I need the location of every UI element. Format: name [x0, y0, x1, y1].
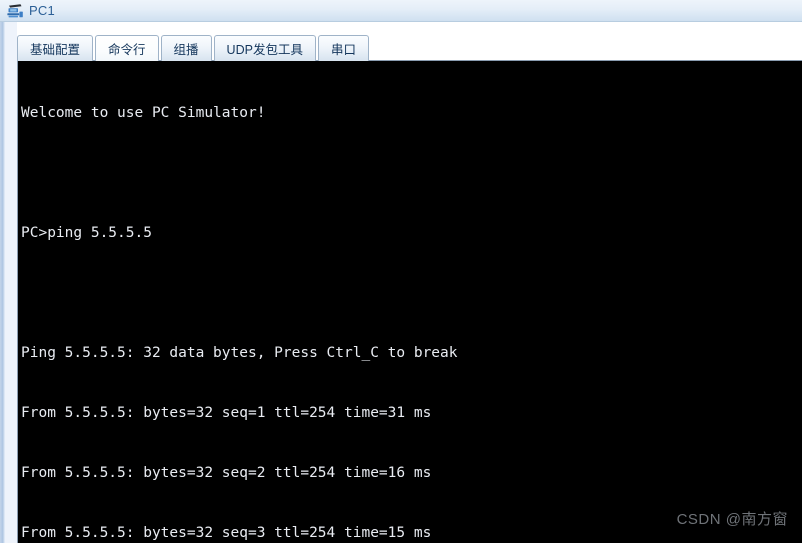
tab-label: UDP发包工具 — [226, 43, 303, 57]
tab-label: 命令行 — [108, 43, 146, 57]
tab-label: 串口 — [330, 43, 356, 57]
console-output: Welcome to use PC Simulator! PC>ping 5.5… — [21, 63, 802, 543]
tab-label: 组播 — [173, 43, 199, 57]
window-titlebar: PC1 — [0, 0, 802, 22]
tab-multicast[interactable]: 组播 — [160, 35, 212, 61]
tab-command-line[interactable]: 命令行 — [95, 35, 159, 61]
pc-simulator-icon — [6, 3, 24, 19]
tab-udp-packet-tool[interactable]: UDP发包工具 — [213, 35, 316, 61]
tab-label: 基础配置 — [30, 43, 81, 57]
tab-strip: 基础配置 命令行 组播 UDP发包工具 串口 — [17, 34, 371, 61]
pc-simulator-window: PC1 基础配置 命令行 组播 UDP发包工具 串口 Welcome to us… — [0, 0, 802, 543]
console-line: PC>ping 5.5.5.5 — [21, 225, 152, 241]
console-line: From 5.5.5.5: bytes=32 seq=1 ttl=254 tim… — [21, 405, 432, 421]
tab-serial-port[interactable]: 串口 — [317, 35, 369, 61]
left-padding — [5, 22, 17, 543]
console-line: Welcome to use PC Simulator! — [21, 105, 266, 121]
window-body: 基础配置 命令行 组播 UDP发包工具 串口 Welcome to use PC… — [0, 22, 802, 543]
window-title: PC1 — [29, 2, 55, 18]
console-line: From 5.5.5.5: bytes=32 seq=3 ttl=254 tim… — [21, 525, 432, 541]
terminal-console[interactable]: Welcome to use PC Simulator! PC>ping 5.5… — [17, 60, 802, 543]
console-line: From 5.5.5.5: bytes=32 seq=2 ttl=254 tim… — [21, 465, 432, 481]
tab-basic-config[interactable]: 基础配置 — [17, 35, 94, 61]
console-line: Ping 5.5.5.5: 32 data bytes, Press Ctrl_… — [21, 345, 458, 361]
